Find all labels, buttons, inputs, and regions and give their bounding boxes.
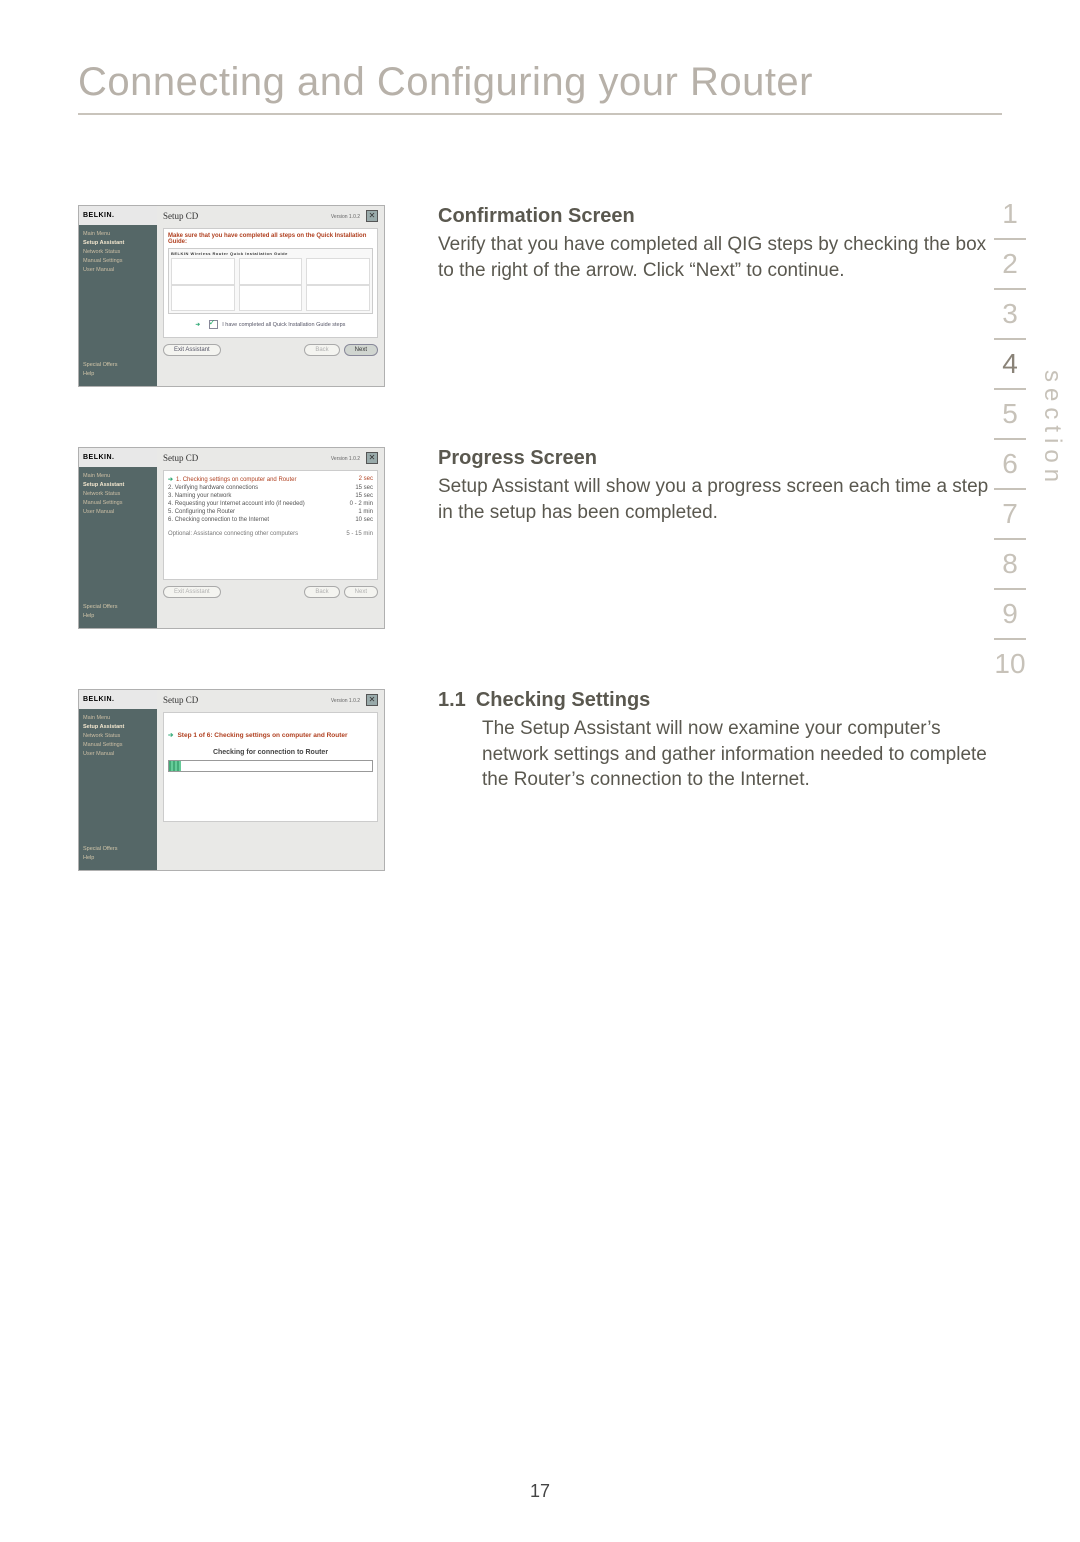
- row-checking: BELKIN. Main Menu Setup Assistant Networ…: [78, 689, 1002, 871]
- exit-assistant-button[interactable]: Exit Assistant: [163, 586, 221, 598]
- progress-step: 6. Checking connection to the Internet 1…: [168, 516, 373, 524]
- nav-network-status[interactable]: Network Status: [83, 249, 153, 255]
- close-icon[interactable]: ✕: [366, 452, 378, 464]
- nav-manual-settings[interactable]: Manual Settings: [83, 500, 153, 506]
- nav-user-manual[interactable]: User Manual: [83, 509, 153, 515]
- qig-thumbnail: BELKIN Wireless Router Quick Installatio…: [168, 248, 373, 314]
- nav-setup-assistant[interactable]: Setup Assistant: [83, 482, 153, 488]
- page-title: Connecting and Configuring your Router: [78, 60, 1002, 105]
- confirm-label: I have completed all Quick Installation …: [222, 322, 345, 328]
- nav-network-status[interactable]: Network Status: [83, 733, 153, 739]
- section-nav-item[interactable]: 7: [980, 490, 1040, 538]
- body-confirmation: Verify that you have completed all QIG s…: [438, 232, 1002, 283]
- row-confirmation: BELKIN. Main Menu Setup Assistant Networ…: [78, 205, 1002, 387]
- screenshot-checking: BELKIN. Main Menu Setup Assistant Networ…: [78, 689, 385, 871]
- confirm-checkbox[interactable]: [209, 320, 218, 329]
- page-number: 17: [0, 1481, 1080, 1502]
- nav-main-menu[interactable]: Main Menu: [83, 715, 153, 721]
- nav-manual-settings[interactable]: Manual Settings: [83, 258, 153, 264]
- arrow-icon: ➔: [168, 732, 173, 739]
- checking-label: Checking for connection to Router: [168, 749, 373, 756]
- heading-progress: Progress Screen: [438, 447, 1002, 470]
- heading-checking: 1.1 Checking Settings: [438, 689, 1002, 712]
- nav-main-menu[interactable]: Main Menu: [83, 473, 153, 479]
- progress-optional: Optional: Assistance connecting other co…: [168, 530, 373, 538]
- version-label: Version 1.0.2: [331, 698, 360, 704]
- version-label: Version 1.0.2: [331, 214, 360, 220]
- exit-assistant-button[interactable]: Exit Assistant: [163, 344, 221, 356]
- screenshot-confirmation: BELKIN. Main Menu Setup Assistant Networ…: [78, 205, 385, 387]
- section-nav-item[interactable]: 4: [980, 340, 1040, 388]
- progress-bar: [168, 760, 373, 772]
- nav-setup-assistant[interactable]: Setup Assistant: [83, 240, 153, 246]
- section-nav-item[interactable]: 5: [980, 390, 1040, 438]
- back-button[interactable]: Back: [304, 344, 339, 356]
- nav-user-manual[interactable]: User Manual: [83, 267, 153, 273]
- body-checking: The Setup Assistant will now examine you…: [438, 716, 1002, 793]
- nav-special-offers[interactable]: Special Offers: [83, 846, 153, 852]
- nav-main-menu[interactable]: Main Menu: [83, 231, 153, 237]
- heading-number: 1.1: [438, 689, 466, 712]
- section-nav-item[interactable]: 3: [980, 290, 1040, 338]
- instruction-text: Make sure that you have completed all st…: [168, 233, 373, 245]
- nav-help[interactable]: Help: [83, 855, 153, 861]
- brand-logo: BELKIN.: [79, 690, 157, 709]
- nav-network-status[interactable]: Network Status: [83, 491, 153, 497]
- title-rule: [78, 113, 1002, 115]
- arrow-icon: ➔: [196, 322, 201, 328]
- section-nav-item[interactable]: 8: [980, 540, 1040, 588]
- section-nav-item[interactable]: 2: [980, 240, 1040, 288]
- progress-step: ➔1. Checking settings on computer and Ro…: [168, 475, 373, 484]
- nav-special-offers[interactable]: Special Offers: [83, 604, 153, 610]
- screenshot-progress: BELKIN. Main Menu Setup Assistant Networ…: [78, 447, 385, 629]
- window-title: Setup CD: [163, 453, 198, 463]
- section-label: section: [1038, 370, 1066, 488]
- section-nav-item[interactable]: 9: [980, 590, 1040, 638]
- nav-special-offers[interactable]: Special Offers: [83, 362, 153, 368]
- nav-manual-settings[interactable]: Manual Settings: [83, 742, 153, 748]
- next-button[interactable]: Next: [344, 586, 378, 598]
- section-nav-item[interactable]: 10: [980, 640, 1040, 688]
- progress-step: 2. Verifying hardware connections 15 sec: [168, 484, 373, 492]
- back-button[interactable]: Back: [304, 586, 339, 598]
- next-button[interactable]: Next: [344, 344, 378, 356]
- brand-logo: BELKIN.: [79, 206, 157, 225]
- section-nav: 12345678910: [980, 190, 1040, 688]
- row-progress: BELKIN. Main Menu Setup Assistant Networ…: [78, 447, 1002, 629]
- nav-help[interactable]: Help: [83, 613, 153, 619]
- window-title: Setup CD: [163, 695, 198, 705]
- progress-list: ➔1. Checking settings on computer and Ro…: [168, 475, 373, 538]
- version-label: Version 1.0.2: [331, 456, 360, 462]
- qig-header: BELKIN Wireless Router Quick Installatio…: [171, 251, 370, 256]
- close-icon[interactable]: ✕: [366, 694, 378, 706]
- progress-step: 4. Requesting your Internet account info…: [168, 500, 373, 508]
- section-nav-item[interactable]: 6: [980, 440, 1040, 488]
- window-title: Setup CD: [163, 211, 198, 221]
- step-line: Step 1 of 6: Checking settings on comput…: [177, 732, 347, 739]
- nav-user-manual[interactable]: User Manual: [83, 751, 153, 757]
- body-progress: Setup Assistant will show you a progress…: [438, 474, 1002, 525]
- progress-step: 3. Naming your network 15 sec: [168, 492, 373, 500]
- brand-logo: BELKIN.: [79, 448, 157, 467]
- nav-help[interactable]: Help: [83, 371, 153, 377]
- section-nav-item[interactable]: 1: [980, 190, 1040, 238]
- nav-setup-assistant[interactable]: Setup Assistant: [83, 724, 153, 730]
- heading-confirmation: Confirmation Screen: [438, 205, 1002, 228]
- heading-text: Checking Settings: [476, 689, 650, 712]
- progress-step: 5. Configuring the Router 1 min: [168, 508, 373, 516]
- close-icon[interactable]: ✕: [366, 210, 378, 222]
